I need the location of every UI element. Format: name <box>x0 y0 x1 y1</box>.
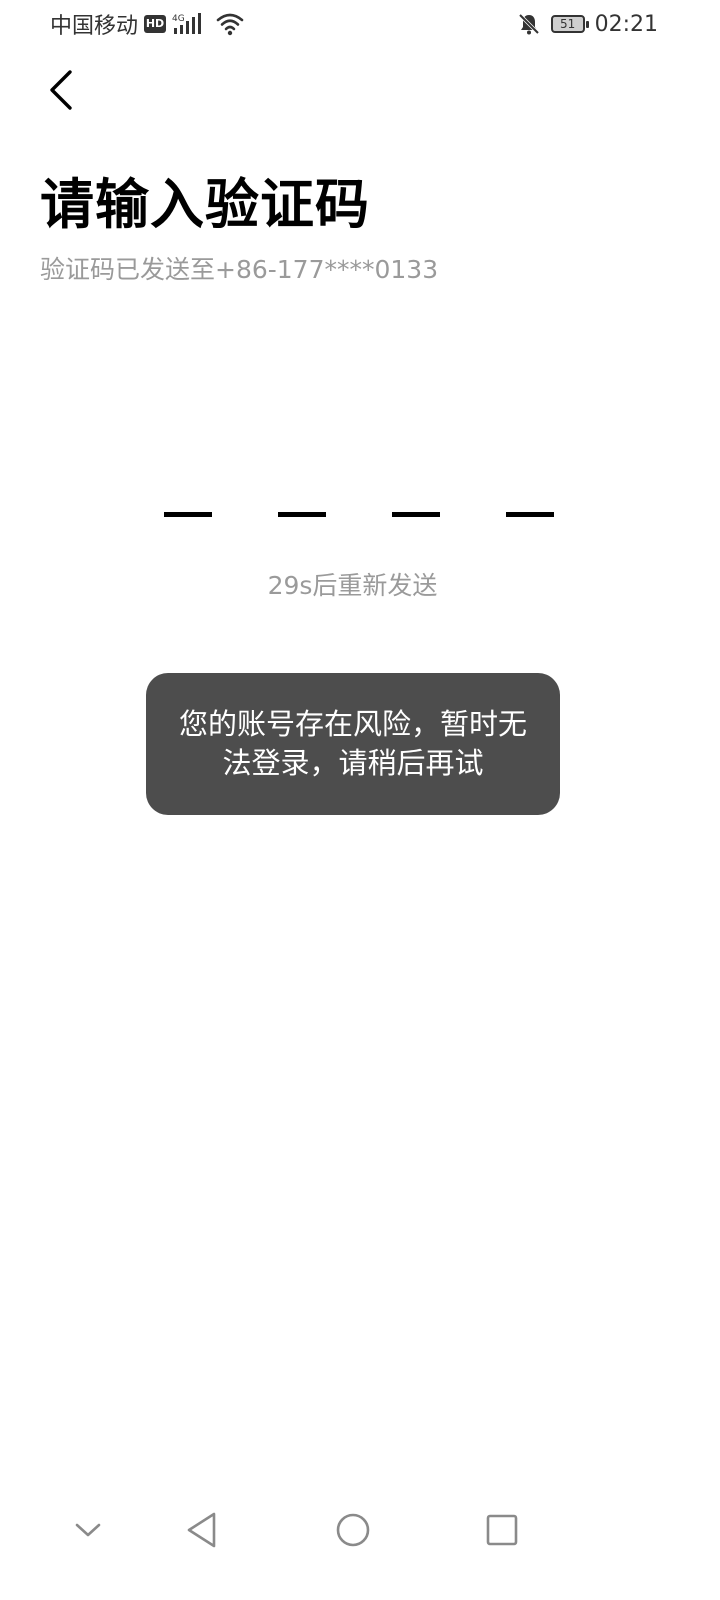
back-triangle-icon <box>187 1512 216 1548</box>
mute-bell-icon <box>517 12 541 36</box>
hd-icon: HD <box>144 15 167 33</box>
nav-back-button[interactable] <box>172 1500 232 1560</box>
carrier-name: 中国移动 <box>50 14 139 39</box>
chevron-down-icon <box>75 1523 101 1537</box>
nav-recents-button[interactable] <box>472 1500 532 1560</box>
wifi-icon <box>216 12 244 36</box>
recents-square-icon <box>486 1514 518 1546</box>
network-type-label: 4G <box>172 14 185 24</box>
code-digit-slot-1[interactable] <box>150 470 228 530</box>
chevron-left-icon <box>50 70 72 110</box>
code-digit-slot-3[interactable] <box>378 470 456 530</box>
slot-underline <box>392 512 440 517</box>
verification-screen: 中国移动 HD 4G 51 02:21 请输入验证码 验证码已发送至+86-17… <box>0 0 720 1600</box>
code-digit-slot-4[interactable] <box>492 470 570 530</box>
sent-to-subtitle: 验证码已发送至+86-177****0133 <box>40 255 439 284</box>
code-digit-slot-2[interactable] <box>264 470 342 530</box>
signal-icon: 4G <box>172 12 210 36</box>
status-left: 中国移动 HD 4G <box>50 10 244 39</box>
toast-message: 您的账号存在风险，暂时无法登录，请稍后再试 <box>178 707 527 780</box>
system-nav-bar <box>0 1490 720 1570</box>
back-button[interactable] <box>36 62 86 118</box>
slot-underline <box>506 512 554 517</box>
page-title: 请输入验证码 <box>40 173 370 236</box>
status-bar: 中国移动 HD 4G 51 02:21 <box>0 0 720 48</box>
status-right: 51 02:21 <box>517 10 658 38</box>
verification-code-input[interactable] <box>150 470 570 530</box>
slot-underline <box>164 512 212 517</box>
slot-underline <box>278 512 326 517</box>
hide-keyboard-button[interactable] <box>58 1500 118 1560</box>
nav-home-button[interactable] <box>323 1500 383 1560</box>
home-circle-icon <box>336 1513 370 1547</box>
resend-countdown: 29s后重新发送 <box>267 571 438 600</box>
risk-toast: 您的账号存在风险，暂时无法登录，请稍后再试 <box>146 673 560 815</box>
battery-icon: 51 <box>550 15 589 33</box>
status-time: 02:21 <box>594 11 658 37</box>
